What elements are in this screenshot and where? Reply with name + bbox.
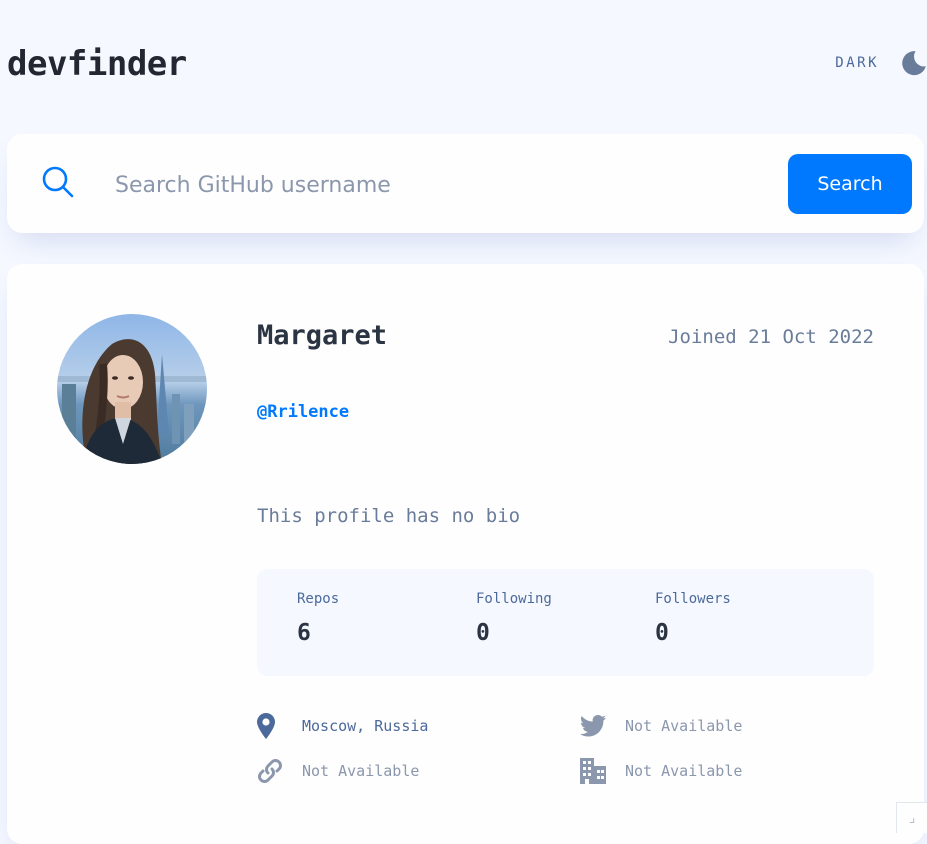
stat-label: Followers <box>655 591 731 607</box>
link-icon <box>257 756 287 786</box>
stat-followers: Followers 0 <box>655 591 731 646</box>
app-logo: devfinder <box>7 44 187 84</box>
search-bar: Search <box>7 134 924 233</box>
location-row: Moscow, Russia <box>257 711 428 741</box>
stat-following: Following 0 <box>476 591 552 646</box>
stat-label: Following <box>476 591 552 607</box>
app-header: devfinder DARK <box>7 42 927 90</box>
search-icon <box>42 166 74 198</box>
profile-card: Margaret Joined 21 Oct 2022 @Rrilence Th… <box>7 264 924 844</box>
stat-repos: Repos 6 <box>297 591 339 646</box>
stat-value: 0 <box>655 620 731 646</box>
location-pin-icon <box>257 711 287 741</box>
building-icon <box>580 756 610 786</box>
twitter-row: Not Available <box>580 711 742 741</box>
theme-toggle-label: DARK <box>835 55 879 71</box>
stat-value: 6 <box>297 620 339 646</box>
company-text: Not Available <box>625 762 742 780</box>
twitter-text[interactable]: Not Available <box>625 717 742 735</box>
stat-label: Repos <box>297 591 339 607</box>
stats-panel: Repos 6 Following 0 Followers 0 <box>257 569 874 676</box>
joined-date: Joined 21 Oct 2022 <box>668 326 874 348</box>
profile-bio: This profile has no bio <box>257 505 520 527</box>
search-input[interactable] <box>113 162 757 208</box>
profile-name: Margaret <box>257 320 387 351</box>
search-button[interactable]: Search <box>788 154 912 214</box>
website-row: Not Available <box>257 756 419 786</box>
theme-toggle-button[interactable]: DARK <box>835 50 927 76</box>
location-text: Moscow, Russia <box>302 717 428 735</box>
profile-username-link[interactable]: @Rrilence <box>257 402 349 422</box>
twitter-icon <box>580 711 610 741</box>
website-text[interactable]: Not Available <box>302 762 419 780</box>
avatar <box>57 314 207 464</box>
stat-value: 0 <box>476 620 552 646</box>
company-row: Not Available <box>580 756 742 786</box>
resize-corner-icon: ⌟ <box>896 802 927 833</box>
moon-icon <box>901 50 927 76</box>
